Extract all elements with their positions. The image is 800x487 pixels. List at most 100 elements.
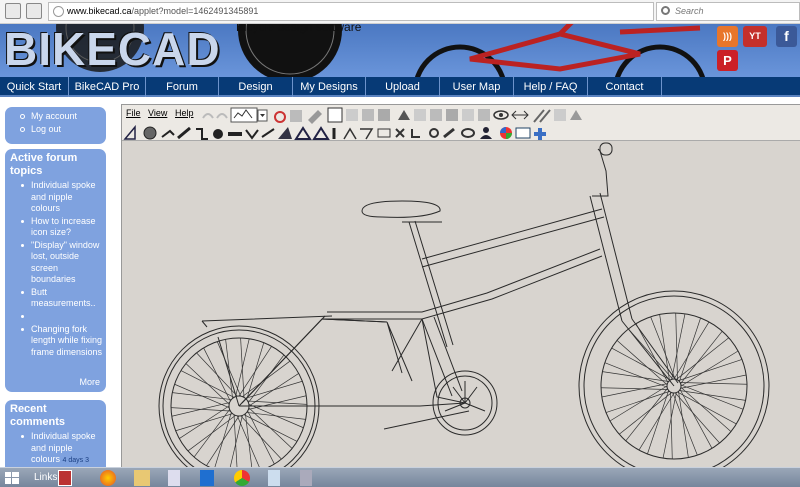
my-account-link[interactable]: My account: [17, 111, 103, 123]
spoke: [240, 337, 245, 398]
nav-forum[interactable]: Forum: [146, 77, 219, 97]
spoke: [672, 392, 698, 456]
folder-icon[interactable]: [134, 470, 150, 486]
globe-icon: [53, 6, 64, 17]
spoke: [676, 337, 730, 380]
spoke: [248, 403, 304, 429]
nav-my-designs[interactable]: My Designs: [293, 77, 366, 97]
spoke: [680, 374, 747, 389]
browser-toolbar: www.bikecad.ca/applet?model=146249134589…: [0, 0, 800, 24]
nav-help-faq[interactable]: Help / FAQ: [514, 77, 588, 97]
spoke: [611, 347, 671, 381]
spoke: [193, 409, 230, 458]
nav-design-archive[interactable]: Design Archive: [219, 77, 293, 113]
spoke: [616, 340, 668, 386]
spoke: [677, 391, 737, 425]
firefox-icon[interactable]: [100, 470, 116, 486]
spoke: [674, 392, 720, 444]
search-icon: [661, 6, 670, 15]
forum-topic-link[interactable]: Individual spoke and nipple colours: [17, 180, 103, 215]
spoke: [602, 371, 669, 382]
account-box: My account Log out: [5, 107, 106, 144]
search-input[interactable]: Search: [656, 2, 800, 21]
spoke: [670, 392, 673, 459]
nav-quick-start[interactable]: Quick Start: [0, 77, 69, 97]
forum-topic-link[interactable]: "Display" window lost, outside screen bo…: [17, 240, 103, 286]
spoke: [609, 385, 668, 422]
site-banner: BIKECAD Bicycle design software ))) YT f…: [0, 24, 800, 77]
spoke: [216, 341, 242, 397]
menu-help[interactable]: Help: [175, 108, 194, 118]
facebook-icon[interactable]: f: [776, 26, 797, 47]
forum-topic-link[interactable]: Changing fork length while fixing frame …: [17, 324, 103, 359]
spoke: [680, 386, 732, 432]
site-tagline: Bicycle design software: [236, 24, 362, 34]
app-icon[interactable]: [300, 470, 312, 486]
spoke: [628, 328, 674, 380]
bookmark-icon[interactable]: [26, 3, 42, 19]
forum-topics-heading: Active forum topics: [10, 152, 78, 177]
windows-start-icon[interactable]: [4, 470, 20, 486]
spoke: [671, 313, 686, 380]
document-icon[interactable]: [268, 470, 280, 486]
forum-topic-link[interactable]: [17, 311, 103, 323]
bike-drawing-canvas[interactable]: [122, 141, 800, 468]
applet-toolbar-top[interactable]: [198, 106, 668, 124]
app-icon[interactable]: [58, 470, 72, 486]
spoke: [662, 392, 677, 459]
spoke: [673, 321, 710, 380]
applet-menubar: File View Help: [122, 105, 800, 125]
nav-bikecad-pro[interactable]: BikeCAD Pro: [69, 77, 146, 97]
chrome-icon[interactable]: [234, 470, 250, 486]
log-out-link[interactable]: Log out: [17, 124, 103, 136]
spoke: [678, 391, 689, 458]
sidebar: My account Log out Active forum topics I…: [0, 97, 118, 480]
menu-view[interactable]: View: [148, 108, 167, 118]
pinterest-icon[interactable]: P: [717, 50, 738, 71]
menu-file-label: File: [126, 108, 141, 118]
spoke: [659, 314, 670, 381]
spoke: [233, 414, 238, 468]
recent-comments-heading: Recent comments: [10, 403, 66, 428]
bikecad-applet: File View Help: [121, 104, 800, 468]
menu-help-label: Help: [175, 108, 194, 118]
spoke: [625, 388, 668, 442]
os-taskbar: Links: [0, 467, 800, 487]
spoke: [638, 392, 675, 451]
app-icon[interactable]: [200, 470, 214, 486]
site-logo[interactable]: BIKECAD: [4, 24, 221, 76]
bike-drawing[interactable]: [122, 141, 800, 468]
rss-icon[interactable]: ))): [717, 26, 738, 47]
applet-toolbar-tools: [122, 125, 800, 141]
document-icon[interactable]: [168, 470, 180, 486]
spoke: [601, 383, 668, 398]
more-link[interactable]: More: [79, 377, 100, 387]
spoke: [679, 390, 746, 401]
search-placeholder: Search: [675, 6, 704, 16]
spoke: [679, 389, 713, 449]
nav-upload[interactable]: Upload: [366, 77, 440, 97]
spoke: [246, 342, 265, 400]
url-host: www.bikecad.ca: [67, 6, 132, 16]
spoke: [214, 412, 232, 468]
url-path: /applet?model=1462491345891: [131, 6, 259, 16]
tool-icons[interactable]: [122, 125, 562, 141]
nav-user-map[interactable]: User Map: [440, 77, 514, 97]
menu-view-label: View: [148, 108, 168, 118]
spoke: [172, 392, 232, 400]
links-toolbar[interactable]: Links: [34, 470, 57, 486]
url-field[interactable]: www.bikecad.ca/applet?model=146249134589…: [48, 2, 694, 21]
forum-topic-link[interactable]: Butt measurements..: [17, 287, 103, 310]
spoke: [179, 405, 230, 439]
back-icon[interactable]: [5, 3, 21, 19]
nav-contact[interactable]: Contact: [588, 77, 662, 97]
spoke: [680, 350, 739, 387]
spoke: [680, 330, 723, 384]
menu-file[interactable]: File: [126, 108, 141, 118]
spoke: [680, 382, 747, 385]
spoke: [635, 323, 669, 383]
youtube-icon[interactable]: YT: [743, 26, 767, 47]
forum-topic-link[interactable]: How to increase icon size?: [17, 216, 103, 239]
wheel-spokes: [170, 313, 747, 468]
spoke: [601, 387, 668, 390]
